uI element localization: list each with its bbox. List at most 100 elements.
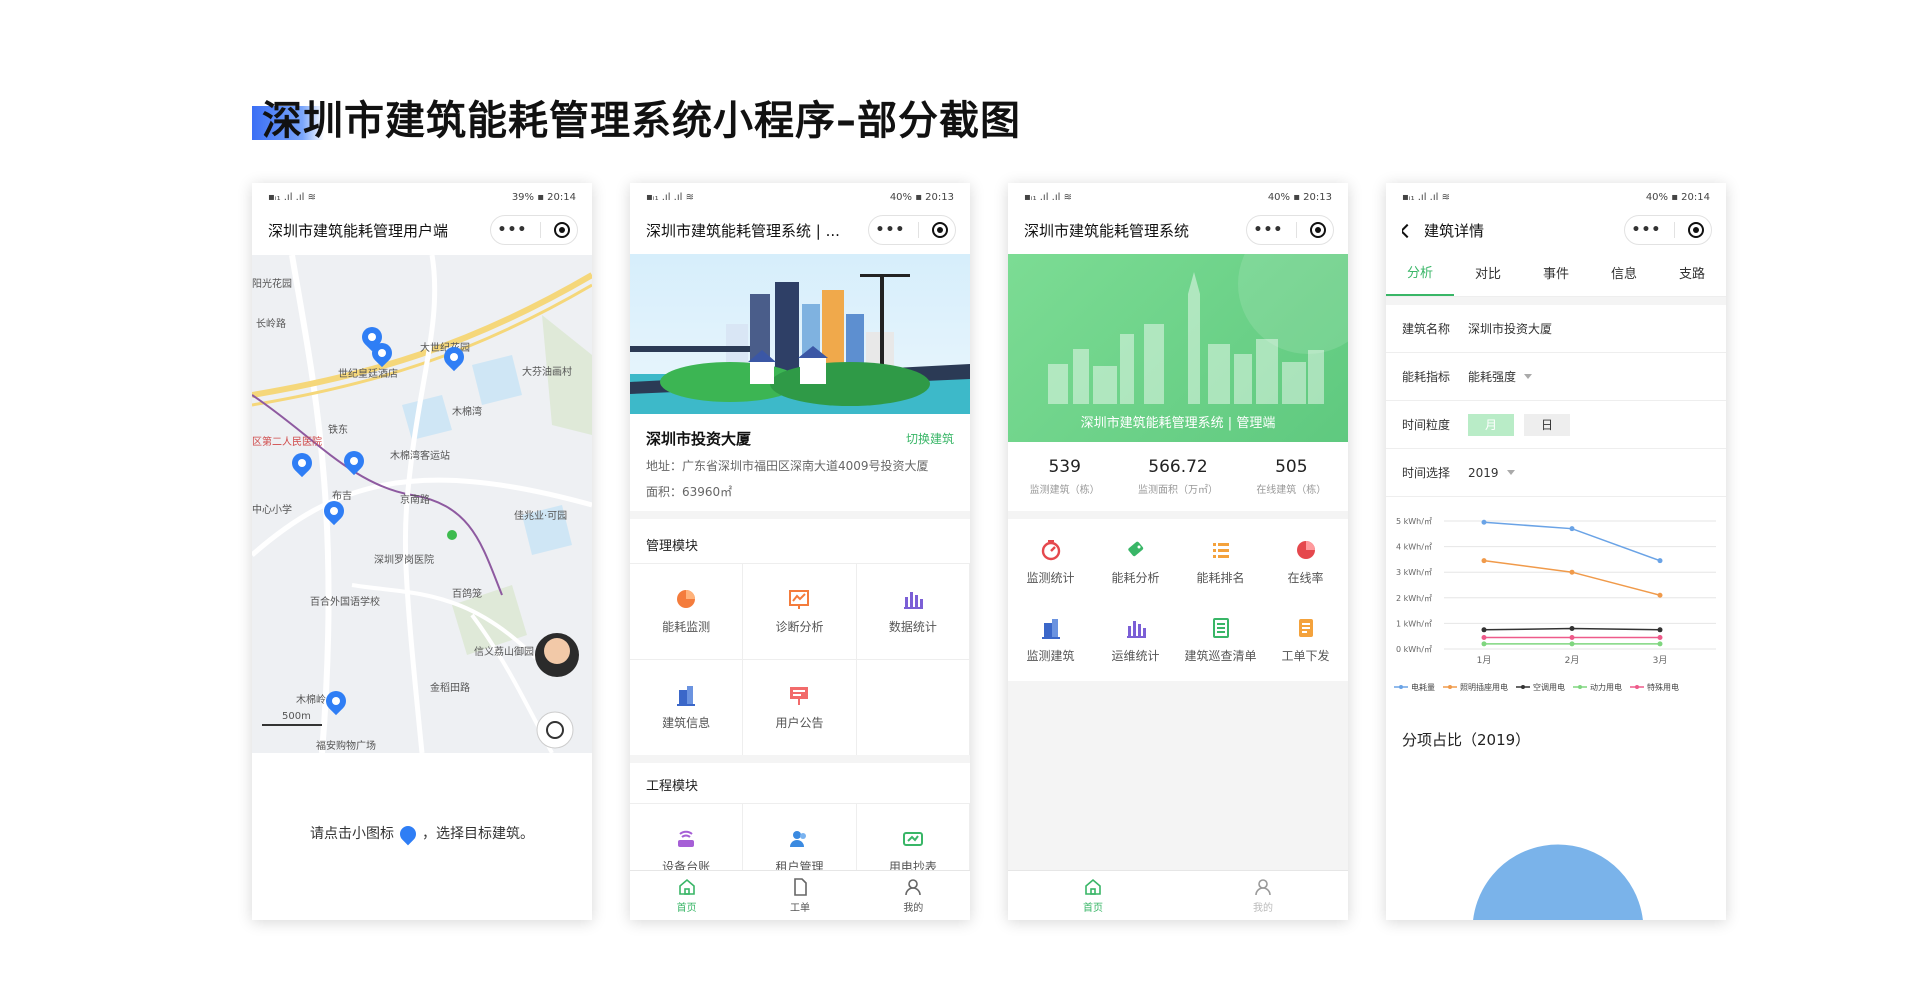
legend-marker bbox=[1635, 685, 1639, 689]
hint-text: ，选择目标建筑。 bbox=[422, 826, 534, 842]
home-icon bbox=[1085, 878, 1101, 895]
phone-building-detail: ▪ᵢ₁ .ıl .ıl ≋ 40% ▪ 20:14 建筑详情 ••• 分析 对比… bbox=[1386, 183, 1726, 920]
item-label: 建筑巡查清单 bbox=[1184, 648, 1257, 663]
item-label: 运维统计 bbox=[1111, 648, 1160, 663]
map-label: 长岭路 bbox=[256, 319, 286, 330]
map-view[interactable]: 阳光花园 长岭路 世纪皇廷酒店 大世纪花园 大芬油画村 木棉湾 木棉湾客运站 铁… bbox=[252, 255, 592, 753]
year-select[interactable]: 2019 bbox=[1468, 466, 1499, 480]
item-monitor-buildings[interactable]: 监测建筑 bbox=[1008, 601, 1093, 679]
module-building-info[interactable]: 建筑信息 bbox=[630, 660, 744, 756]
back-chevron-icon[interactable] bbox=[1402, 223, 1415, 238]
nav-title: 建筑详情 bbox=[1424, 221, 1485, 240]
nav-title: 深圳市建筑能耗管理系统 bbox=[1024, 221, 1190, 240]
data-point bbox=[1657, 558, 1663, 564]
detail-tabs: 分析 对比 事件 信息 支路 bbox=[1386, 249, 1726, 297]
more-icon[interactable]: ••• bbox=[1254, 222, 1284, 238]
user-icon bbox=[1255, 879, 1271, 896]
status-bar: ▪ᵢ₁ .ıl .ıl ≋ 39% ▪ 20:14 bbox=[252, 183, 592, 211]
map-label: 福安购物广场 bbox=[316, 741, 376, 752]
status-battery-time: 40% ▪ 20:14 bbox=[1645, 191, 1710, 203]
row-key: 时间选择 bbox=[1402, 466, 1451, 480]
module-diagnosis[interactable]: 诊断分析 bbox=[743, 564, 857, 660]
map-label: 木棉湾客运站 bbox=[390, 451, 450, 462]
page-title: 深圳市建筑能耗管理系统小程序–部分截图 bbox=[262, 98, 1021, 144]
tab-home[interactable]: 首页 bbox=[1008, 871, 1178, 920]
item-online-rate[interactable]: 在线率 bbox=[1263, 523, 1348, 601]
row-time[interactable]: 时间选择 2019 bbox=[1386, 449, 1726, 497]
stat-monitored-buildings: 539 监测建筑（栋） bbox=[1008, 445, 1121, 496]
map-label: 区第二人民医院 bbox=[252, 437, 322, 448]
map-label: 世纪皇廷酒店 bbox=[338, 369, 398, 380]
status-signal: ▪ᵢ₁ .ıl .ıl ≋ bbox=[268, 191, 316, 203]
module-energy-monitor[interactable]: 能耗监测 bbox=[630, 564, 744, 660]
data-point bbox=[1657, 592, 1663, 598]
map-label: 佳兆业·可园 bbox=[514, 511, 568, 522]
item-energy-analysis[interactable]: 能耗分析 bbox=[1093, 523, 1178, 601]
status-battery-time: 39% ▪ 20:14 bbox=[511, 191, 576, 203]
map-label: 百鸽笼 bbox=[452, 589, 482, 600]
city-illustration bbox=[630, 274, 970, 414]
tab-label: 我的 bbox=[903, 903, 924, 914]
bottom-tab-bar: 首页 我的 bbox=[1008, 870, 1348, 920]
map-label: 京南路 bbox=[400, 495, 430, 506]
granularity-day-button[interactable]: 日 bbox=[1524, 413, 1570, 436]
item-label: 能耗排名 bbox=[1196, 570, 1245, 585]
tab-events[interactable]: 事件 bbox=[1522, 249, 1590, 296]
city-banner bbox=[630, 254, 970, 414]
phone-building-home: ▪ᵢ₁ .ıl .ıl ≋ 40% ▪ 20:13 深圳市建筑能耗管理系统 | … bbox=[630, 183, 970, 920]
y-tick-label: 0 kWh/㎡ bbox=[1396, 645, 1432, 654]
map-label: 信义荔山御园 bbox=[474, 647, 534, 658]
data-point bbox=[1481, 641, 1487, 647]
tab-analysis[interactable]: 分析 bbox=[1386, 249, 1454, 296]
y-tick-label: 5 kWh/㎡ bbox=[1396, 517, 1432, 526]
metric-select[interactable]: 能耗强度 bbox=[1468, 368, 1516, 385]
data-point bbox=[1569, 641, 1575, 647]
close-target-icon[interactable] bbox=[1688, 222, 1705, 238]
map-label: 深圳罗岗医院 bbox=[374, 555, 434, 566]
stat-value: 539 bbox=[1048, 457, 1081, 477]
module-announcement[interactable]: 用户公告 bbox=[743, 660, 857, 756]
switch-building-link[interactable]: 切换建筑 bbox=[906, 430, 954, 447]
granularity-month-button[interactable]: 月 bbox=[1468, 413, 1514, 436]
tab-workorder[interactable]: 工单 bbox=[743, 871, 856, 920]
close-target-icon[interactable] bbox=[1310, 222, 1327, 238]
legend-marker bbox=[1399, 685, 1403, 689]
item-label: 工单下发 bbox=[1281, 648, 1330, 663]
stat-label: 在线建筑（栋） bbox=[1256, 485, 1327, 496]
stat-value: 566.72 bbox=[1148, 457, 1208, 477]
pie-chart: 18.03%4.47%10.53% bbox=[1472, 843, 1644, 920]
tab-mine[interactable]: 我的 bbox=[1178, 871, 1348, 920]
pie-chart-icon bbox=[1296, 540, 1315, 559]
tab-mine[interactable]: 我的 bbox=[857, 871, 970, 920]
x-tick-label: 2月 bbox=[1565, 655, 1580, 666]
legend-label: 动力用电 bbox=[1590, 682, 1622, 692]
item-inspection-list[interactable]: 建筑巡查清单 bbox=[1178, 601, 1263, 679]
item-label: 在线率 bbox=[1287, 570, 1324, 585]
data-point bbox=[1569, 526, 1575, 532]
series-line bbox=[1483, 559, 1661, 596]
line-chart: 0 kWh/㎡ 1 kWh/㎡ 2 kWh/㎡ 3 kWh/㎡ 4 kWh/㎡ 5 kWh… bbox=[1394, 517, 1716, 692]
pie-chart-title: 分项占比（2019） bbox=[1402, 731, 1531, 749]
stat-label: 监测建筑（栋） bbox=[1029, 485, 1100, 496]
building-icon bbox=[1041, 618, 1060, 639]
item-energy-ranking[interactable]: 能耗排名 bbox=[1178, 523, 1263, 601]
status-signal: ▪ᵢ₁ .ıl .ıl ≋ bbox=[1402, 191, 1450, 203]
more-icon[interactable]: ••• bbox=[1632, 222, 1662, 238]
admin-grid: 监测统计 能耗分析 能耗排名 在线率 监测建筑 运维统计 建筑巡查清单 工单下发 bbox=[1008, 523, 1348, 679]
tab-info[interactable]: 信息 bbox=[1590, 249, 1658, 296]
more-icon[interactable]: ••• bbox=[498, 222, 528, 238]
item-ops-stats[interactable]: 运维统计 bbox=[1093, 601, 1178, 679]
item-dispatch[interactable]: 工单下发 bbox=[1263, 601, 1348, 679]
tab-home[interactable]: 首页 bbox=[630, 871, 743, 920]
close-target-icon[interactable] bbox=[932, 222, 949, 238]
item-monitor-stats[interactable]: 监测统计 bbox=[1008, 523, 1093, 601]
tab-compare[interactable]: 对比 bbox=[1454, 249, 1522, 296]
legend-label: 特殊用电 bbox=[1647, 682, 1679, 692]
empty-area bbox=[1008, 681, 1348, 870]
close-target-icon[interactable] bbox=[554, 222, 571, 238]
tab-branch[interactable]: 支路 bbox=[1658, 249, 1726, 296]
row-metric[interactable]: 能耗指标 能耗强度 bbox=[1386, 353, 1726, 401]
more-icon[interactable]: ••• bbox=[876, 222, 906, 238]
module-statistics[interactable]: 数据统计 bbox=[856, 564, 970, 660]
data-point bbox=[1481, 634, 1487, 640]
